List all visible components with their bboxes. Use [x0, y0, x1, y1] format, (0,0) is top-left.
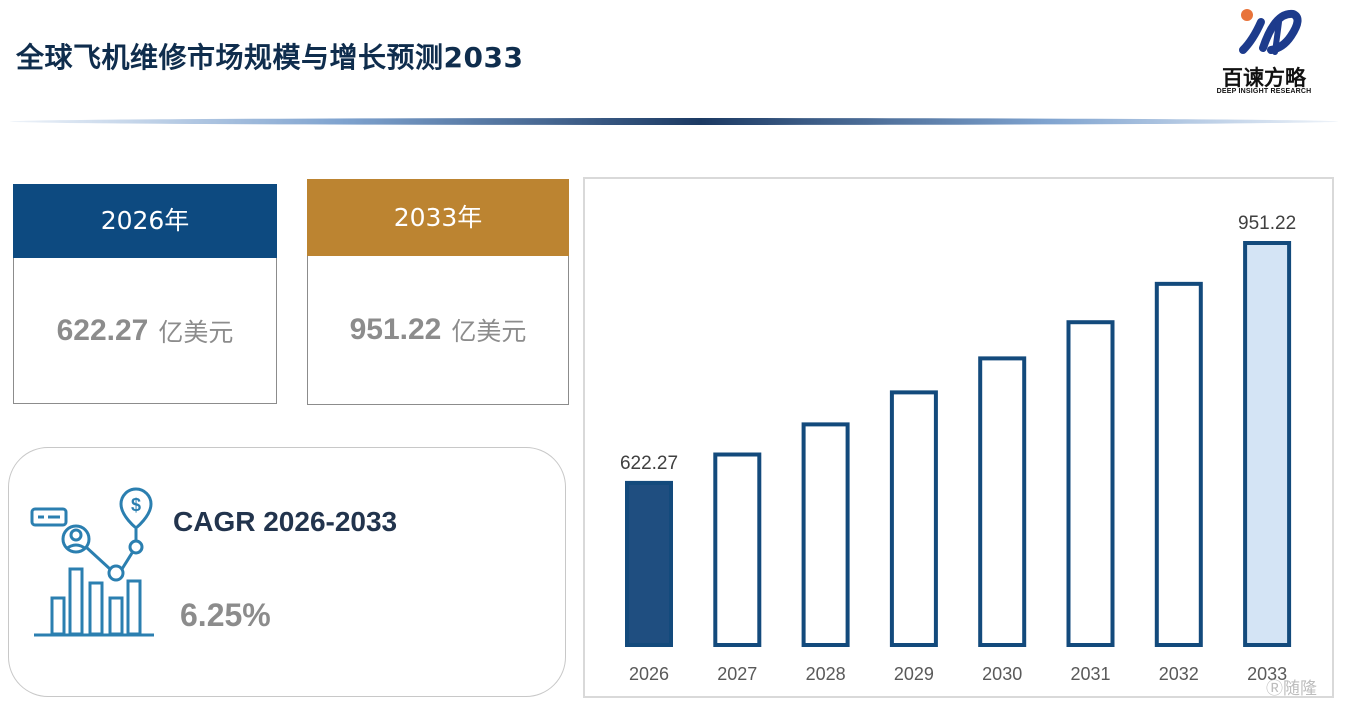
- x-tick-label-2026: 2026: [629, 664, 669, 684]
- card-2026-year: 2026年: [100, 206, 190, 235]
- card-2026-body: 622.27 亿美元: [13, 258, 277, 404]
- bar-2027: [713, 452, 762, 647]
- watermark-icon: Ⓡ: [1266, 679, 1283, 699]
- watermark-text: 随隆: [1283, 679, 1317, 699]
- data-label-2026: 622.27: [620, 453, 678, 474]
- cagr-label: CAGR 2026-2033: [173, 506, 398, 537]
- page-title: 全球飞机维修市场规模与增长预测2033: [16, 41, 524, 74]
- bar-chart: 2026622.272027 2028 2029 2030 2031 2032 203395…: [620, 213, 1296, 684]
- x-tick-label-2032: 2032: [1159, 664, 1199, 684]
- card-2026-header: 2026年: [13, 184, 277, 258]
- bar-2026: [625, 480, 673, 647]
- header-divider: [10, 118, 1338, 125]
- card-2026-unit: 亿美元: [158, 317, 234, 347]
- growth-analytics-icon: $: [30, 487, 154, 637]
- bar-2028: [801, 422, 850, 647]
- x-tick-label-2031: 2031: [1070, 664, 1110, 684]
- card-2026: 2026年 622.27 亿美元: [13, 184, 277, 404]
- card-2033-value: 951.22: [349, 313, 442, 346]
- card-2033-unit: 亿美元: [451, 317, 527, 346]
- card-2033-header: 2033年: [307, 179, 569, 256]
- bar-2033: [1243, 241, 1292, 647]
- x-tick-label-2029: 2029: [894, 664, 934, 684]
- data-label-2033: 951.22: [1238, 213, 1296, 234]
- card-2026-value: 622.27: [56, 313, 149, 347]
- logo-subtitle: DEEP INSIGHT RESEARCH: [1216, 88, 1312, 95]
- bar-2029: [889, 390, 938, 647]
- svg-text:$: $: [131, 495, 141, 515]
- cagr-value: 6.25%: [180, 597, 271, 633]
- card-2033-year: 2033年: [393, 203, 483, 232]
- card-2033: 2033年 951.22 亿美元: [307, 179, 569, 405]
- bar-2031: [1066, 320, 1115, 647]
- bar-2032: [1154, 281, 1203, 648]
- x-tick-label-2027: 2027: [717, 664, 757, 684]
- card-2033-body: 951.22 亿美元: [307, 256, 569, 405]
- watermark: Ⓡ随隆: [1266, 674, 1317, 699]
- bar-2030: [978, 356, 1027, 647]
- x-tick-label-2030: 2030: [982, 664, 1022, 684]
- x-tick-label-2028: 2028: [806, 664, 846, 684]
